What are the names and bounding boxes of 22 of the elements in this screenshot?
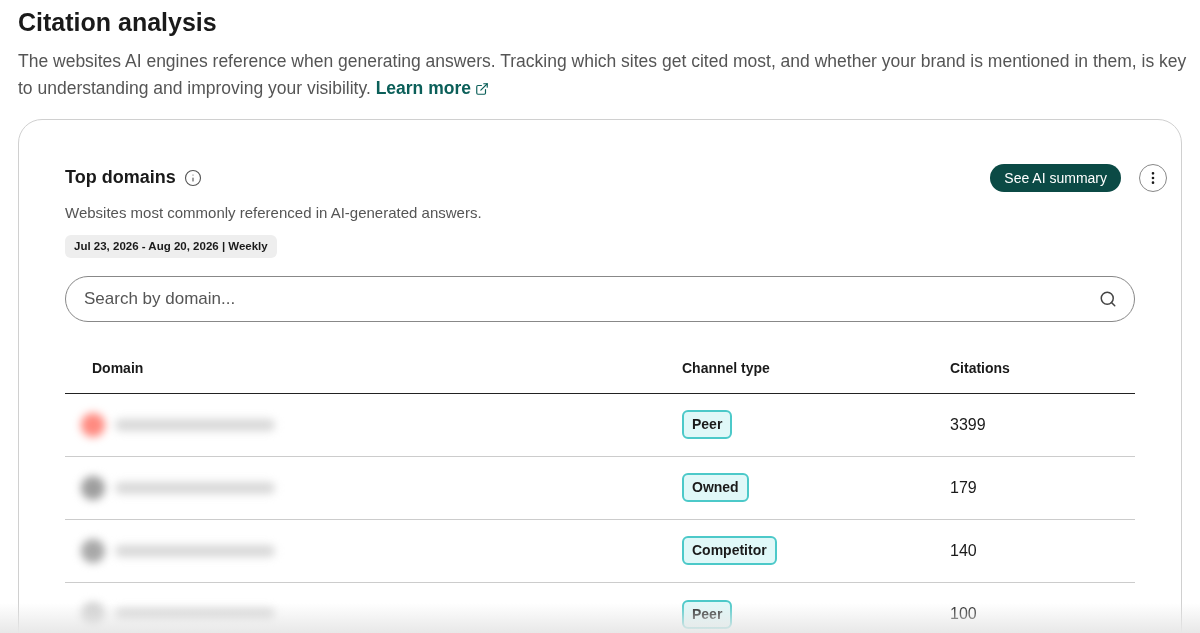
ai-summary-button[interactable]: See AI summary	[990, 164, 1121, 192]
citations-cell-text: 100	[950, 604, 978, 625]
column-header: Channel type	[682, 358, 771, 378]
column-header: Citations	[950, 358, 1011, 378]
channel-type-tag: Peer	[682, 410, 733, 440]
channel-type-tag: Owned	[682, 473, 749, 503]
search-field[interactable]: Search by domain...	[65, 275, 1135, 322]
search-icon	[1099, 289, 1117, 308]
date-range-tag: Jul 23, 2026 - Aug 20, 2026 | Weekly	[65, 234, 277, 258]
learn-more-link[interactable]: Learn more	[375, 75, 489, 102]
citations-cell-text: 3399	[950, 414, 987, 435]
page-title: Citation analysis	[18, 7, 218, 38]
citations-cell-text: 140	[950, 540, 978, 561]
card-subtitle: Websites most commonly referenced in AI-generated answers.	[65, 203, 483, 223]
info-icon[interactable]	[183, 168, 202, 187]
page-description: The websites AI engines reference when generating answers. Tracking which sites get cited most, and whether your brand is mentioned in them, is key to understanding and improving your visibility. Learn more	[18, 48, 1188, 102]
channel-type-tag: Peer	[682, 599, 733, 629]
card-title: Top domains	[65, 166, 176, 189]
citations-cell-text: 179	[950, 477, 978, 498]
channel-type-tag: Competitor	[682, 536, 777, 566]
column-header: Domain	[92, 358, 145, 378]
external-link-icon	[474, 81, 489, 96]
